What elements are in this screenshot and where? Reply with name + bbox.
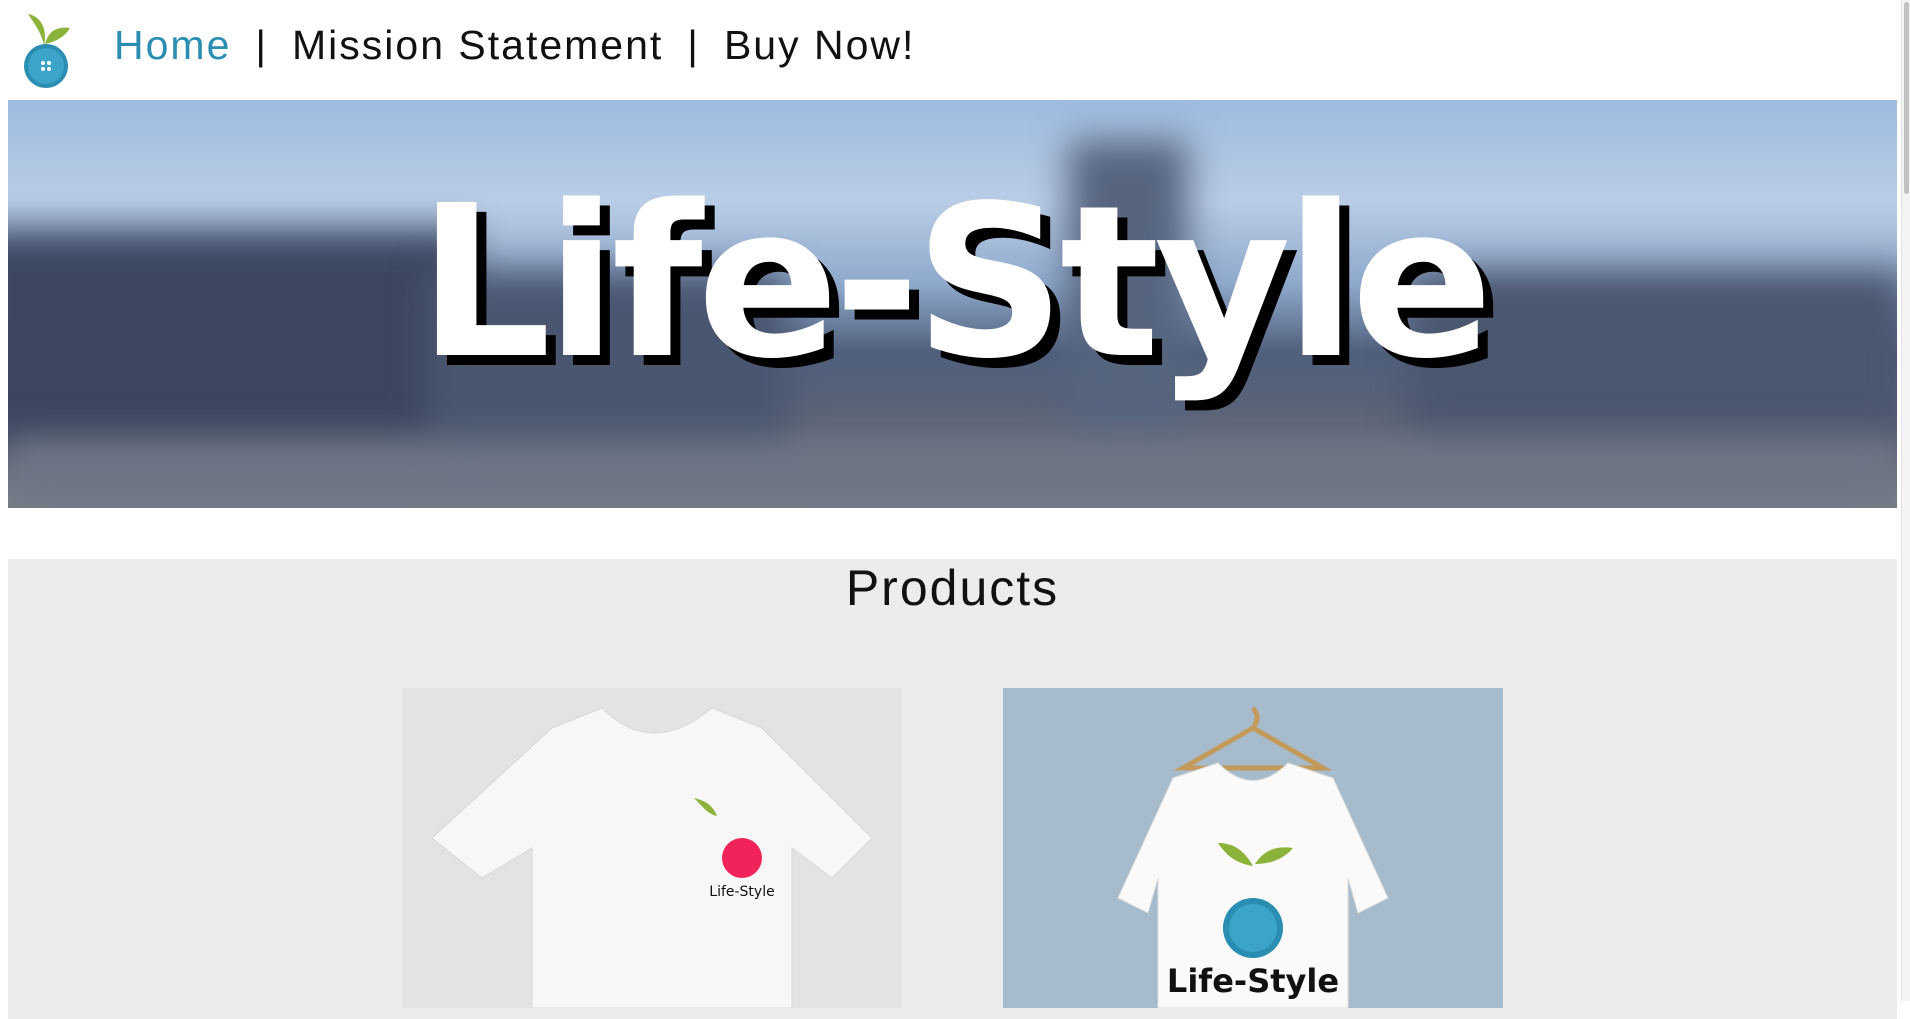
products-section: Products Life-Style Life-Style	[8, 559, 1897, 1019]
products-heading: Products	[845, 560, 1060, 616]
scrollbar-thumb[interactable]	[1904, 2, 1909, 194]
nav-mission-statement-link[interactable]: Mission Statement	[292, 22, 663, 68]
tshirt-image: Life-Style	[431, 707, 873, 1008]
product-logo-text: Life-Style	[709, 884, 774, 900]
page-scrollbar[interactable]	[1901, 0, 1910, 1001]
product-logo-text: Life-Style	[1167, 962, 1339, 1000]
banner-title: Life-Style	[417, 160, 1494, 405]
nav-separator: |	[687, 22, 700, 68]
logo-button-icon[interactable]	[22, 6, 80, 92]
nav-buy-now-link[interactable]: Buy Now!	[724, 22, 915, 68]
product-card-hanger-tshirt[interactable]: Life-Style	[1003, 688, 1503, 1008]
nav-home-link[interactable]: Home	[114, 22, 231, 68]
hero-banner: Life-Style	[8, 100, 1897, 508]
tshirt-image: Life-Style	[1117, 706, 1389, 1008]
nav-separator: |	[255, 22, 269, 68]
product-card-white-tshirt[interactable]: Life-Style	[402, 688, 902, 1008]
top-nav: Home | Mission Statement | Buy Now!	[0, 0, 1897, 100]
